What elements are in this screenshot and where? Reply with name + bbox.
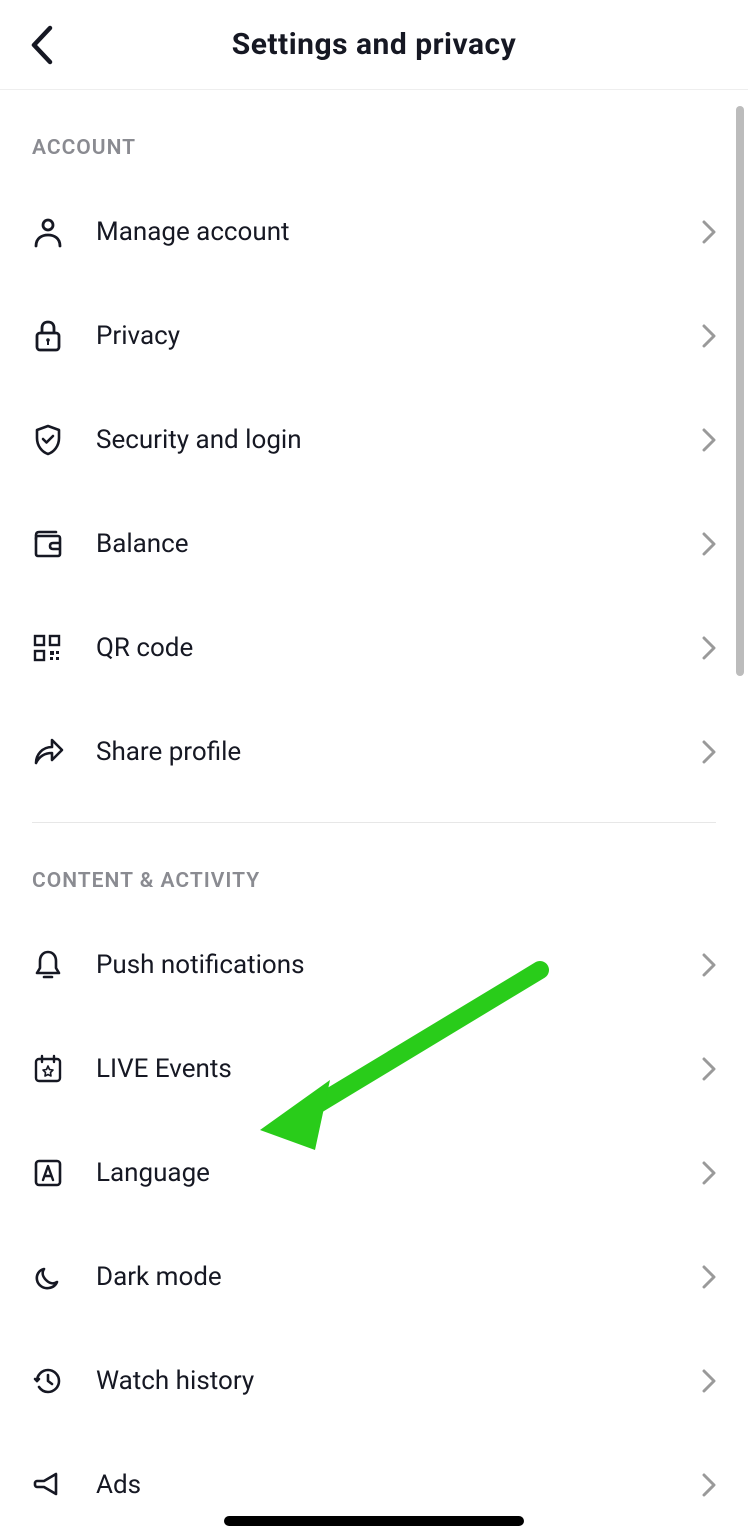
- chevron-right-icon: [702, 636, 716, 660]
- chevron-right-icon: [702, 953, 716, 977]
- history-clock-icon: [32, 1365, 96, 1397]
- row-label: Watch history: [96, 1366, 702, 1396]
- row-dark-mode[interactable]: Dark mode: [32, 1225, 716, 1329]
- megaphone-icon: [32, 1470, 96, 1500]
- scrollbar[interactable]: [736, 106, 744, 676]
- row-label: Share profile: [96, 737, 702, 767]
- chevron-right-icon: [702, 1057, 716, 1081]
- bell-icon: [32, 948, 96, 982]
- chevron-right-icon: [702, 532, 716, 556]
- header: Settings and privacy: [0, 0, 748, 90]
- row-label: Balance: [96, 529, 702, 559]
- language-letter-icon: [32, 1157, 96, 1189]
- home-indicator[interactable]: [224, 1516, 524, 1526]
- row-share-profile[interactable]: Share profile: [32, 700, 716, 804]
- row-label: Privacy: [96, 321, 702, 351]
- row-balance[interactable]: Balance: [32, 492, 716, 596]
- row-label: Language: [96, 1158, 702, 1188]
- row-label: LIVE Events: [96, 1054, 702, 1084]
- chevron-right-icon: [702, 1161, 716, 1185]
- row-security-login[interactable]: Security and login: [32, 388, 716, 492]
- chevron-right-icon: [702, 428, 716, 452]
- section-header-content-activity: CONTENT & ACTIVITY: [32, 869, 716, 893]
- chevron-right-icon: [702, 220, 716, 244]
- shield-check-icon: [32, 423, 96, 457]
- share-arrow-icon: [32, 737, 96, 767]
- moon-icon: [32, 1262, 96, 1292]
- wallet-icon: [32, 529, 96, 559]
- row-label: Manage account: [96, 217, 702, 247]
- settings-list: ACCOUNT Manage account Privacy: [0, 90, 748, 1536]
- chevron-right-icon: [702, 740, 716, 764]
- chevron-right-icon: [702, 324, 716, 348]
- row-manage-account[interactable]: Manage account: [32, 180, 716, 284]
- row-live-events[interactable]: LIVE Events: [32, 1017, 716, 1121]
- row-push-notifications[interactable]: Push notifications: [32, 913, 716, 1017]
- person-icon: [32, 216, 96, 248]
- row-label: QR code: [96, 633, 702, 663]
- row-label: Push notifications: [96, 950, 702, 980]
- section-divider: [32, 822, 716, 823]
- chevron-right-icon: [702, 1265, 716, 1289]
- row-watch-history[interactable]: Watch history: [32, 1329, 716, 1433]
- back-button[interactable]: [28, 24, 54, 66]
- chevron-right-icon: [702, 1369, 716, 1393]
- calendar-star-icon: [32, 1053, 96, 1085]
- lock-icon: [32, 319, 96, 353]
- row-language[interactable]: Language: [32, 1121, 716, 1225]
- qr-code-icon: [32, 633, 96, 663]
- row-label: Ads: [96, 1470, 702, 1500]
- row-label: Security and login: [96, 425, 702, 455]
- row-qr-code[interactable]: QR code: [32, 596, 716, 700]
- chevron-right-icon: [702, 1473, 716, 1497]
- chevron-left-icon: [28, 24, 54, 66]
- row-privacy[interactable]: Privacy: [32, 284, 716, 388]
- row-label: Dark mode: [96, 1262, 702, 1292]
- section-header-account: ACCOUNT: [32, 136, 716, 160]
- page-title: Settings and privacy: [16, 27, 732, 62]
